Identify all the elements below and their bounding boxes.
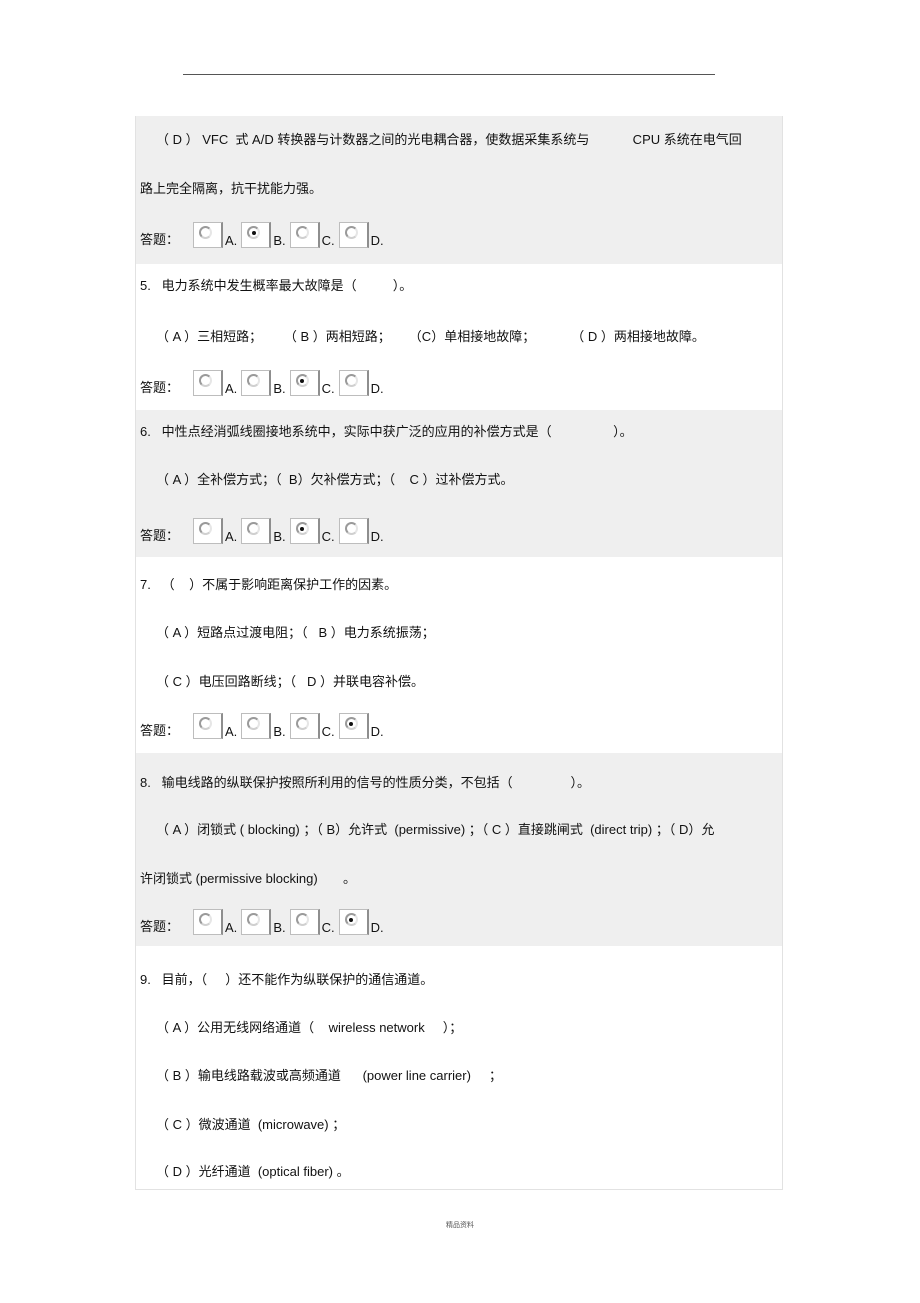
option-letter: D. <box>370 529 384 544</box>
radio-b[interactable] <box>247 913 261 926</box>
answer-label: 答题： <box>140 723 180 738</box>
choice-line: （ C ）微波通道 (microwave) ； <box>156 1117 346 1132</box>
answer-option-b[interactable]: B. <box>241 909 286 935</box>
radio-d[interactable] <box>344 374 358 387</box>
radio-d[interactable] <box>344 522 358 535</box>
answer-option-d[interactable]: D. <box>338 713 384 739</box>
choice-line: （ A ）三相短路； （ B ）两相短路； （C）单相接地故障； （ D ）两相… <box>156 329 705 344</box>
answer-option-c[interactable]: C. <box>289 909 335 935</box>
option-letter: D. <box>370 724 384 739</box>
question-8: 8. 输电线路的纵联保护按照所利用的信号的性质分类，不包括（ ）。 （ A ）闭… <box>136 753 782 946</box>
header-rule <box>183 74 715 75</box>
option-letter: D. <box>370 920 384 935</box>
radio-c[interactable] <box>295 913 309 926</box>
question-stem: 8. 输电线路的纵联保护按照所利用的信号的性质分类，不包括（ ）。 <box>140 775 590 790</box>
question-stem: 9. 目前，（ ）还不能作为纵联保护的通信通道。 <box>140 972 434 987</box>
radio-a[interactable] <box>199 913 213 926</box>
answer-option-c[interactable]: C. <box>289 222 335 248</box>
answer-option-d[interactable]: D. <box>338 370 384 396</box>
radio-d[interactable] <box>344 226 358 239</box>
option-letter: B. <box>273 233 286 248</box>
option-letter: B. <box>273 724 286 739</box>
radio-c-selected[interactable] <box>295 374 309 387</box>
answer-option-b[interactable]: B. <box>241 713 286 739</box>
radio-d-selected[interactable] <box>344 913 358 926</box>
option-letter: D. <box>370 233 384 248</box>
answer-option-d[interactable]: D. <box>338 909 384 935</box>
choice-line: 许闭锁式 (permissive blocking) 。 <box>140 871 356 886</box>
choice-line: （ A ）全补偿方式；（ B）欠补偿方式；（ C ）过补偿方式。 <box>156 472 514 487</box>
option-letter: A. <box>225 233 238 248</box>
answer-option-c[interactable]: C. <box>289 370 335 396</box>
question-4-tail: （ D ） VFC 式 A/D 转换器与计数器之间的光电耦合器，使数据采集系统与… <box>136 116 782 264</box>
radio-d-selected[interactable] <box>344 717 358 730</box>
answer-label: 答题： <box>140 528 180 543</box>
answer-option-a[interactable]: A. <box>193 370 237 396</box>
option-letter: C. <box>321 724 335 739</box>
radio-a[interactable] <box>199 717 213 730</box>
answer-row: 答题： A. B. C. D. <box>140 905 388 935</box>
answer-label: 答题： <box>140 380 180 395</box>
page-footer: 精品资料 <box>446 1222 474 1229</box>
option-letter: C. <box>321 381 335 396</box>
option-letter: A. <box>225 381 238 396</box>
option-letter: C. <box>321 233 335 248</box>
option-letter: A. <box>225 724 238 739</box>
answer-row: 答题： A. B. C. D. <box>140 366 388 396</box>
question-6: 6. 中性点经消弧线圈接地系统中，实际中获广泛的应用的补偿方式是（ ）。 （ A… <box>136 410 782 557</box>
radio-c[interactable] <box>295 226 309 239</box>
choice-line: （ A ）闭锁式 ( blocking) ；（ B）允许式 (permissiv… <box>156 822 715 837</box>
radio-a[interactable] <box>199 522 213 535</box>
radio-b[interactable] <box>247 717 261 730</box>
question-stem: 7. （ ）不属于影响距离保护工作的因素。 <box>140 577 398 592</box>
answer-row: 答题： A. B. C. D. <box>140 709 388 739</box>
option-letter: B. <box>273 529 286 544</box>
radio-a[interactable] <box>199 226 213 239</box>
choice-line: （ A ）短路点过渡电阻；（ B ）电力系统振荡； <box>156 625 435 640</box>
question-stem: 6. 中性点经消弧线圈接地系统中，实际中获广泛的应用的补偿方式是（ ）。 <box>140 424 633 439</box>
option-letter: A. <box>225 920 238 935</box>
choice-line: （ B ）输电线路载波或高频通道 (power line carrier) ； <box>156 1068 502 1083</box>
radio-a[interactable] <box>199 374 213 387</box>
answer-option-d[interactable]: D. <box>338 518 384 544</box>
answer-option-a[interactable]: A. <box>193 713 237 739</box>
radio-b-selected[interactable] <box>247 226 261 239</box>
option-d-text: （ D ） VFC 式 A/D 转换器与计数器之间的光电耦合器，使数据采集系统与… <box>156 132 742 147</box>
option-letter: D. <box>370 381 384 396</box>
answer-option-c[interactable]: C. <box>289 713 335 739</box>
option-letter: B. <box>273 920 286 935</box>
answer-row: 答题： A. B. C. D. <box>140 218 388 248</box>
question-7: 7. （ ）不属于影响距离保护工作的因素。 （ A ）短路点过渡电阻；（ B ）… <box>136 557 782 753</box>
answer-label: 答题： <box>140 919 180 934</box>
option-letter: C. <box>321 529 335 544</box>
radio-b[interactable] <box>247 522 261 535</box>
radio-c-selected[interactable] <box>295 522 309 535</box>
question-stem: 5. 电力系统中发生概率最大故障是（ ）。 <box>140 278 413 293</box>
quiz-frame: （ D ） VFC 式 A/D 转换器与计数器之间的光电耦合器，使数据采集系统与… <box>135 116 783 1190</box>
radio-c[interactable] <box>295 717 309 730</box>
choice-line: （ A ）公用无线网络通道（ wireless network ）； <box>156 1020 463 1035</box>
radio-b[interactable] <box>247 374 261 387</box>
answer-option-b[interactable]: B. <box>241 518 286 544</box>
choice-line: （ C ）电压回路断线；（ D ）并联电容补偿。 <box>156 674 424 689</box>
option-letter: C. <box>321 920 335 935</box>
question-5: 5. 电力系统中发生概率最大故障是（ ）。 （ A ）三相短路； （ B ）两相… <box>136 264 782 410</box>
answer-option-c[interactable]: C. <box>289 518 335 544</box>
answer-option-b[interactable]: B. <box>241 370 286 396</box>
answer-option-a[interactable]: A. <box>193 909 237 935</box>
answer-label: 答题： <box>140 232 180 247</box>
option-letter: B. <box>273 381 286 396</box>
answer-option-d[interactable]: D. <box>338 222 384 248</box>
choice-line: （ D ）光纤通道 (optical fiber) 。 <box>156 1164 350 1179</box>
question-9: 9. 目前，（ ）还不能作为纵联保护的通信通道。 （ A ）公用无线网络通道（ … <box>136 946 782 1189</box>
option-d-text-cont: 路上完全隔离，抗干扰能力强。 <box>140 181 323 196</box>
answer-option-a[interactable]: A. <box>193 518 237 544</box>
answer-option-a[interactable]: A. <box>193 222 237 248</box>
answer-option-b[interactable]: B. <box>241 222 286 248</box>
answer-row: 答题： A. B. C. D. <box>140 514 388 544</box>
option-letter: A. <box>225 529 238 544</box>
